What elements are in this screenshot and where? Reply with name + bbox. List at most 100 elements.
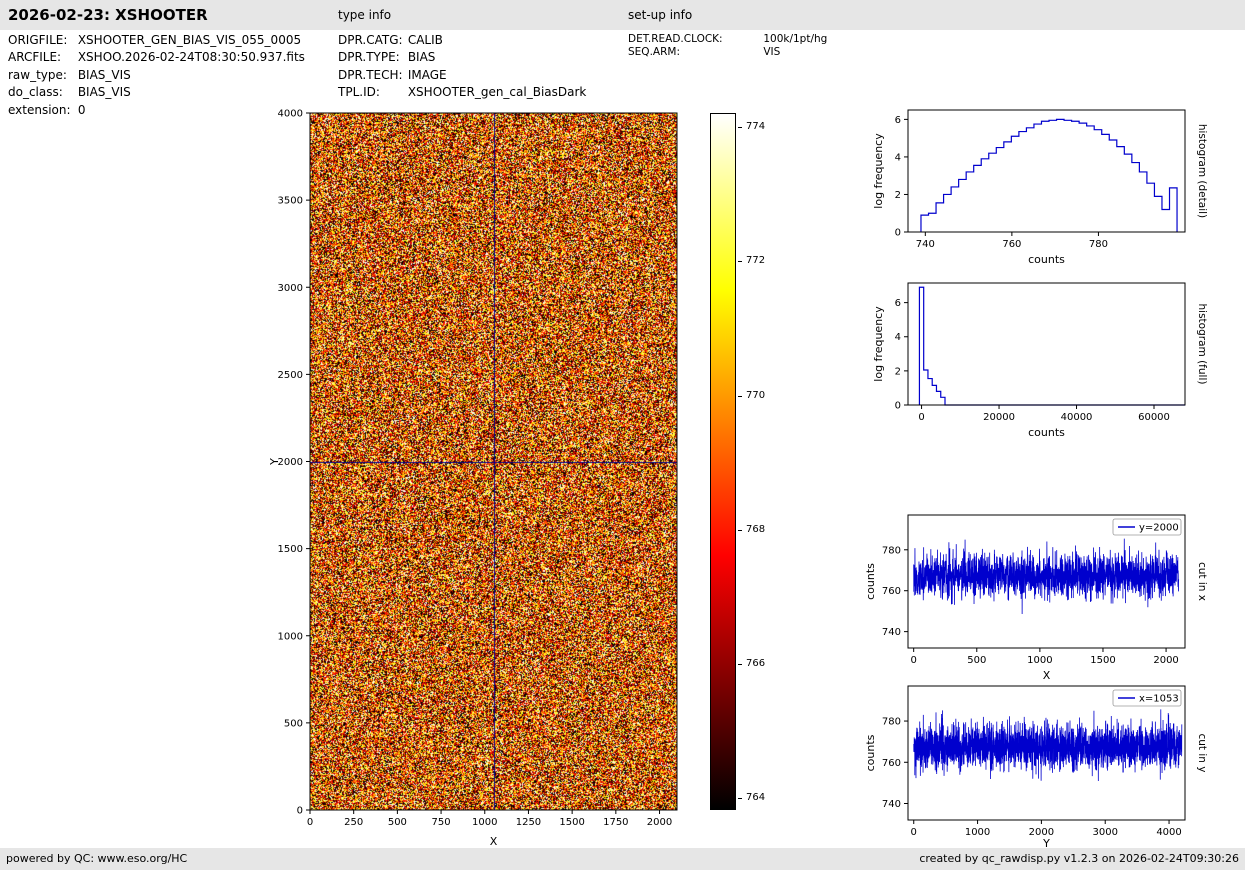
svg-text:2000: 2000	[1029, 827, 1054, 838]
svg-text:1500: 1500	[278, 544, 303, 555]
svg-text:2500: 2500	[278, 370, 303, 381]
hist_detail-series	[921, 119, 1177, 232]
svg-text:750: 750	[432, 817, 451, 828]
cut_y-right-label: cut in y	[1196, 733, 1208, 772]
setup-info-heading: set-up info	[628, 0, 692, 30]
svg-text:4000: 4000	[1156, 827, 1181, 838]
info-label: do_class:	[8, 84, 74, 101]
info-row-arcfile: ARCFILE: XSHOO.2026-02-24T08:30:50.937.f…	[8, 49, 305, 66]
hist_detail-ylabel: log frequency	[872, 133, 885, 209]
hist_detail-right-label: histogram (detail)	[1196, 124, 1208, 218]
svg-text:x=1053: x=1053	[1139, 694, 1179, 705]
info-value: VIS	[763, 46, 780, 58]
info-value: 0	[78, 103, 86, 117]
svg-text:4: 4	[895, 152, 901, 163]
cut_x-series	[914, 539, 1179, 614]
svg-text:500: 500	[967, 655, 986, 666]
svg-text:20000: 20000	[983, 412, 1015, 423]
colorbar-tick-label: 764	[746, 792, 765, 804]
raw_image-frame	[310, 113, 677, 810]
type-info-heading: type info	[338, 0, 391, 30]
svg-text:0: 0	[895, 228, 901, 239]
header-bar: 2026-02-23: XSHOOTER type info set-up in…	[0, 0, 1245, 30]
svg-text:740: 740	[916, 239, 935, 250]
plot-cut-in-y: 01000200030004000740760780Ycountscut in …	[855, 676, 1245, 866]
svg-text:y=2000: y=2000	[1139, 523, 1179, 534]
info-label: ARCFILE:	[8, 49, 74, 66]
svg-text:2000: 2000	[647, 817, 672, 828]
svg-text:1000: 1000	[1027, 655, 1052, 666]
svg-text:0: 0	[918, 412, 924, 423]
svg-text:760: 760	[882, 586, 901, 597]
plot-histogram-detail: 7407607800246countslog frequencyhistogra…	[855, 100, 1245, 285]
plot-cut-in-x: 0500100015002000740760780Xcountscut in x…	[855, 505, 1245, 695]
raw-image-axes: 0250500750100012501500175020000500100015…	[255, 95, 775, 870]
hist_detail-y-ticks: 0246	[895, 115, 908, 239]
type-info-block: DPR.CATG: CALIB DPR.TYPE: BIAS DPR.TECH:…	[338, 32, 586, 102]
qc-report-page: { "header": { "title": "2026-02-23: XSHO…	[0, 0, 1245, 870]
svg-text:500: 500	[388, 817, 407, 828]
setup-info-block: DET.READ.CLOCK: 100k/1pt/hg SEQ.ARM: VIS	[628, 33, 827, 58]
svg-text:740: 740	[882, 799, 901, 810]
svg-text:780: 780	[882, 717, 901, 728]
info-row-read-clock: DET.READ.CLOCK: 100k/1pt/hg	[628, 33, 827, 46]
colorbar-gradient	[710, 113, 736, 810]
hist_full-x-ticks: 0200004000060000	[918, 405, 1170, 423]
colorbar-tick-label: 766	[746, 658, 765, 670]
cut_y-ylabel: counts	[864, 734, 877, 771]
info-label: extension:	[8, 102, 74, 119]
colorbar-tick-label: 770	[746, 390, 765, 402]
svg-text:1000: 1000	[278, 631, 303, 642]
svg-text:760: 760	[1002, 239, 1021, 250]
info-label: ORIGFILE:	[8, 32, 74, 49]
info-label: DPR.CATG:	[338, 32, 404, 49]
colorbar-tick-label: 768	[746, 524, 765, 536]
info-row-seq-arm: SEQ.ARM: VIS	[628, 46, 827, 59]
info-row-raw-type: raw_type: BIAS_VIS	[8, 67, 305, 84]
info-row-dpr-catg: DPR.CATG: CALIB	[338, 32, 586, 49]
info-value: XSHOO.2026-02-24T08:30:50.937.fits	[78, 50, 305, 64]
colorbar-tick	[738, 396, 742, 397]
svg-text:3500: 3500	[278, 196, 303, 207]
raw_image-x-ticks: 025050075010001250150017502000	[307, 810, 672, 828]
hist_detail-x-ticks: 740760780	[916, 232, 1108, 250]
hist_full-ylabel: log frequency	[872, 306, 885, 382]
cut_x-legend: y=2000	[1113, 519, 1181, 535]
colorbar-tick	[738, 261, 742, 262]
info-value: BIAS_VIS	[78, 85, 131, 99]
colorbar-tick-label: 774	[746, 121, 765, 133]
info-value: BIAS	[408, 50, 436, 64]
svg-text:0: 0	[307, 817, 313, 828]
cut_x-right-label: cut in x	[1196, 562, 1208, 601]
hist_full-y-ticks: 0246	[895, 298, 908, 411]
cut_y-legend: x=1053	[1113, 690, 1181, 706]
svg-text:1000: 1000	[472, 817, 497, 828]
info-label: SEQ.ARM:	[628, 46, 760, 59]
raw_image-ylabel: Y	[268, 458, 281, 466]
svg-text:780: 780	[882, 545, 901, 556]
info-label: DPR.TYPE:	[338, 49, 404, 66]
info-row-dpr-tech: DPR.TECH: IMAGE	[338, 67, 586, 84]
info-value: IMAGE	[408, 68, 447, 82]
svg-text:4: 4	[895, 332, 901, 343]
colorbar: 764 766 768 770 772 774	[710, 113, 800, 812]
svg-text:1000: 1000	[965, 827, 990, 838]
colorbar-tick	[738, 530, 742, 531]
info-value: 100k/1pt/hg	[763, 33, 827, 45]
svg-text:1250: 1250	[516, 817, 541, 828]
svg-text:2000: 2000	[1153, 655, 1178, 666]
footer-created-by: created by qc_rawdisp.py v1.2.3 on 2026-…	[919, 848, 1239, 870]
hist_detail-frame	[908, 110, 1185, 232]
cut_x-ylabel: counts	[864, 563, 877, 600]
info-value: CALIB	[408, 33, 443, 47]
svg-text:2000: 2000	[278, 457, 303, 468]
svg-text:3000: 3000	[278, 283, 303, 294]
cut_x-y-ticks: 740760780	[882, 545, 908, 638]
svg-text:250: 250	[344, 817, 363, 828]
plot-histogram-full: 02000040000600000246countslog frequencyh…	[855, 273, 1245, 458]
footer-bar: powered by QC: www.eso.org/HC created by…	[0, 848, 1245, 870]
svg-text:0: 0	[911, 827, 917, 838]
svg-text:1500: 1500	[559, 817, 584, 828]
svg-text:4000: 4000	[278, 109, 303, 120]
colorbar-tick-label: 772	[746, 255, 765, 267]
